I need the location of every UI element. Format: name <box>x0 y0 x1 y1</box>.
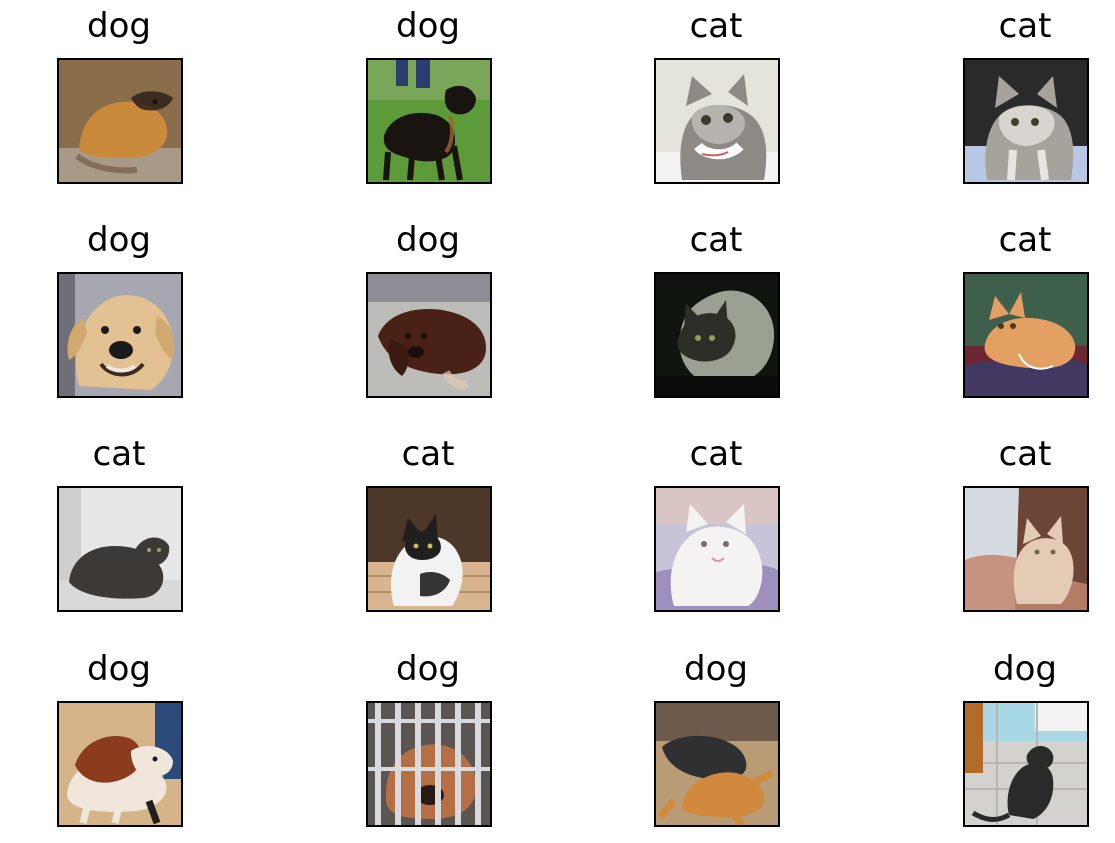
grid-cell: dog <box>308 0 548 184</box>
grid-cell: cat <box>0 428 239 612</box>
grid-cell: cat <box>596 0 836 184</box>
grid-cell: dog <box>596 643 836 827</box>
grid-cell: cat <box>308 428 548 612</box>
grid-cell: cat <box>596 214 836 398</box>
image-label: dog <box>87 6 151 46</box>
dog-photo <box>366 701 492 827</box>
cat-photo <box>963 486 1089 612</box>
image-label: cat <box>998 220 1052 260</box>
dog-photo <box>57 272 183 398</box>
cat-photo <box>963 58 1089 184</box>
image-label: dog <box>396 220 460 260</box>
grid-cell: dog <box>308 214 548 398</box>
grid-cell: cat <box>905 214 1115 398</box>
cat-photo <box>654 58 780 184</box>
dog-photo <box>963 701 1089 827</box>
dog-photo <box>366 272 492 398</box>
image-label: dog <box>396 6 460 46</box>
image-label: cat <box>401 434 455 474</box>
image-label: cat <box>998 6 1052 46</box>
image-label: dog <box>87 220 151 260</box>
dog-photo <box>57 58 183 184</box>
grid-cell: dog <box>0 0 239 184</box>
image-label: dog <box>396 649 460 689</box>
image-label: dog <box>87 649 151 689</box>
grid-cell: dog <box>905 643 1115 827</box>
dog-photo <box>366 58 492 184</box>
cat-photo <box>963 272 1089 398</box>
image-label: cat <box>92 434 146 474</box>
image-label: cat <box>689 6 743 46</box>
dog-photo <box>57 701 183 827</box>
image-label: dog <box>993 649 1057 689</box>
image-label: cat <box>689 220 743 260</box>
cat-photo <box>654 486 780 612</box>
image-label: cat <box>998 434 1052 474</box>
grid-cell: cat <box>905 0 1115 184</box>
grid-cell: dog <box>0 643 239 827</box>
grid-cell: dog <box>0 214 239 398</box>
cat-photo <box>654 272 780 398</box>
cat-photo <box>57 486 183 612</box>
grid-cell: cat <box>905 428 1115 612</box>
grid-cell: dog <box>308 643 548 827</box>
image-label: dog <box>684 649 748 689</box>
image-label: cat <box>689 434 743 474</box>
cat-photo <box>366 486 492 612</box>
dog-photo <box>654 701 780 827</box>
grid-cell: cat <box>596 428 836 612</box>
